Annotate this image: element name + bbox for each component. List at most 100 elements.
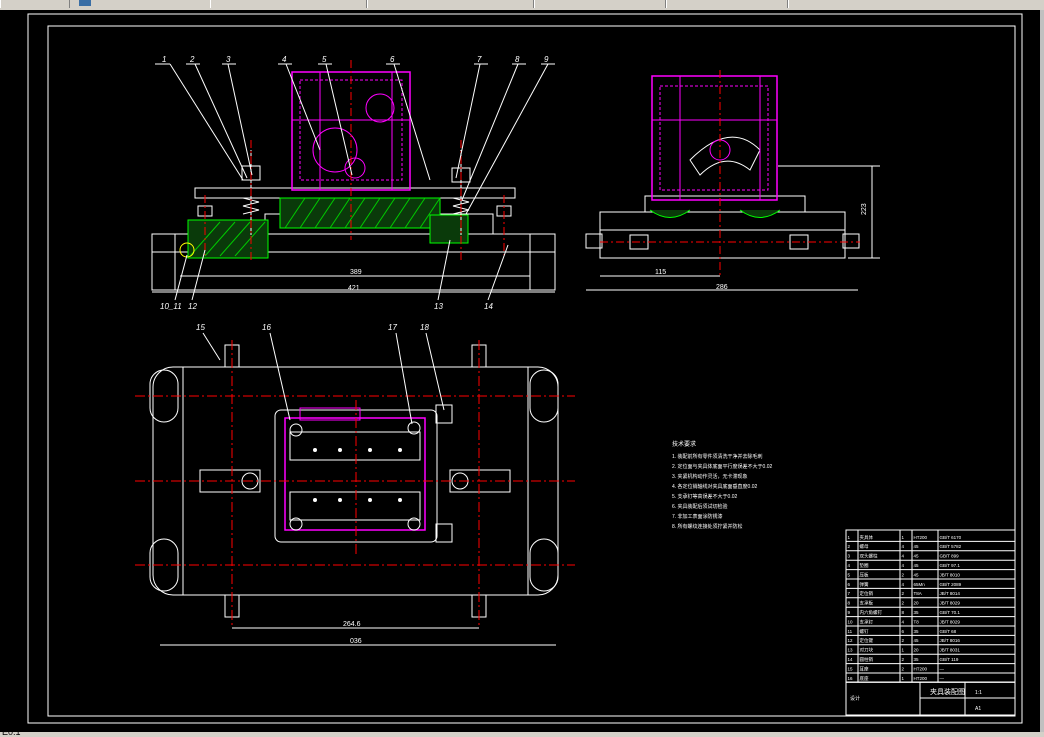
- bom-cell: 4: [902, 563, 905, 568]
- dim-top-outer: 036: [350, 638, 362, 645]
- bom-cell: 14: [848, 657, 854, 662]
- balloon-12: 12: [188, 302, 197, 311]
- bom-cell: 1: [902, 676, 905, 681]
- balloon-16: 16: [262, 323, 271, 332]
- dim-side-width-a: 115: [655, 269, 666, 276]
- bom-cell: 支承板: [860, 600, 874, 607]
- bom-cell: 8: [902, 610, 905, 615]
- bom-cell: 4: [848, 563, 851, 568]
- balloon-7: 7: [477, 55, 482, 64]
- bom-cell: —: [940, 666, 945, 671]
- bom-cell: 35: [914, 610, 920, 615]
- note-line: 5. 支承钉等高误差不大于0.02: [672, 493, 738, 500]
- balloon-15: 15: [196, 323, 205, 332]
- bom-cell: 45: [914, 638, 920, 643]
- dim-top-inner: 264.6: [343, 621, 361, 628]
- bom-cell: 9: [848, 610, 851, 615]
- tab-4[interactable]: [534, 0, 666, 8]
- bom-cell: 5: [848, 572, 851, 577]
- note-line: 8. 所有螺纹连接处须拧紧并防松: [672, 523, 743, 530]
- balloon-17: 17: [388, 323, 397, 332]
- front-view: [151, 60, 556, 301]
- bom-cell: 10: [848, 619, 854, 624]
- note-line: 2. 定位面与夹具体底面平行度误差不大于0.02: [672, 463, 773, 470]
- bom-cell: 螺母: [860, 543, 869, 550]
- document-icon: [79, 0, 91, 6]
- tab-1[interactable]: [0, 0, 70, 8]
- bom-cell: 圆柱销: [860, 656, 874, 663]
- dim-front-inner: 389: [350, 269, 362, 276]
- status-text: E0.1: [2, 727, 21, 737]
- balloon-6: 6: [390, 55, 395, 64]
- bom-cell: 1: [902, 535, 905, 540]
- bom-cell: 内六角螺钉: [860, 609, 883, 616]
- bom-cell: JB/T 8031: [940, 648, 961, 653]
- balloon-14: 14: [484, 302, 493, 311]
- bom-cell: —: [940, 676, 945, 681]
- bom-cell: 底座: [860, 675, 869, 682]
- bom-cell: 8: [848, 601, 851, 606]
- bom-cell: 4: [902, 619, 905, 624]
- bom-cell: 双头螺柱: [860, 553, 878, 560]
- bom-cell: 螺钉: [860, 628, 869, 635]
- bom-cell: 耳座: [860, 665, 869, 672]
- bom-cell: GB/T 5782: [940, 544, 962, 549]
- dim-side-height: 223: [861, 203, 868, 215]
- bom-cell: 2: [902, 657, 905, 662]
- cad-drawing-canvas[interactable]: 1 2 3 4 5 6 7 8 9 10_11 12 13 14 15 16 1…: [0, 10, 1044, 732]
- bom-cell: 65Mn: [914, 582, 926, 587]
- vertical-scrollbar[interactable]: [1040, 10, 1044, 732]
- bom-cell: 压板: [860, 571, 869, 578]
- note-line: 6. 夹具装配后须试切检验: [672, 503, 728, 510]
- bom-cell: HT200: [914, 676, 928, 681]
- bom-cell: 45: [914, 572, 920, 577]
- bom-cell: JB/T 8016: [940, 638, 961, 643]
- dim-side-width-b: 286: [716, 284, 728, 291]
- balloon-3: 3: [226, 55, 231, 64]
- bom-cell: 16: [848, 676, 854, 681]
- tab-5[interactable]: [666, 0, 788, 8]
- notes-title: 技术要求: [672, 440, 696, 448]
- title-block: 1 夹具体 1 HT200 GB/T 61702 螺母 4 45 GB/T 57823 双头螺柱 4…: [845, 529, 1016, 716]
- bom-cell: GB/T 2089: [940, 582, 962, 587]
- bom-cell: 6: [902, 629, 905, 634]
- bom-cell: HT200: [914, 666, 928, 671]
- tab-3[interactable]: [367, 0, 534, 8]
- bom-cell: 2: [902, 572, 905, 577]
- bom-cell: HT200: [914, 535, 928, 540]
- dim-front-outer: 421: [348, 285, 360, 292]
- balloon-10-11: 10_11: [160, 302, 182, 311]
- bom-cell: GB/T 68: [940, 629, 957, 634]
- bom-cell: 4: [902, 554, 905, 559]
- bom-cell: 弹簧: [860, 581, 869, 588]
- bom-cell: 定位销: [860, 590, 874, 597]
- bom-cell: 对刀块: [860, 647, 874, 654]
- title-scale: 1:1: [975, 690, 982, 696]
- top-view: 264.6 036: [135, 332, 575, 646]
- balloon-18: 18: [420, 323, 429, 332]
- bom-cell: 1: [848, 535, 851, 540]
- bom-cell: JB/T 8029: [940, 601, 961, 606]
- bom-cell: 4: [902, 582, 905, 587]
- note-line: 3. 夹紧机构动作灵活，无卡滞现象: [672, 473, 748, 480]
- bom-cell: 2: [848, 544, 851, 549]
- bom-cell: 11: [848, 629, 853, 634]
- bom-cell: 20: [914, 648, 920, 653]
- bom-cell: 3: [848, 554, 851, 559]
- title-sheet: A1: [975, 706, 981, 712]
- bom-cell: 垫圈: [860, 562, 869, 569]
- bom-cell: 2: [902, 638, 905, 643]
- balloon-13: 13: [434, 302, 443, 311]
- tab-6[interactable]: [788, 0, 1044, 8]
- balloon-5: 5: [322, 55, 327, 64]
- tab-2[interactable]: [210, 0, 367, 8]
- balloon-1: 1: [162, 55, 166, 64]
- title-drawn: 设计: [850, 695, 860, 702]
- bom-cell: 45: [914, 554, 920, 559]
- bom-cell: 夹具体: [860, 534, 874, 541]
- bom-cell: 支承钉: [860, 618, 874, 625]
- title-name: 夹具装配图: [930, 687, 965, 696]
- bom-cell: 12: [848, 638, 854, 643]
- note-line: 7. 非加工表面涂防锈漆: [672, 513, 723, 520]
- note-line: 1. 装配前所有零件须清洗干净并去除毛刺: [672, 453, 763, 460]
